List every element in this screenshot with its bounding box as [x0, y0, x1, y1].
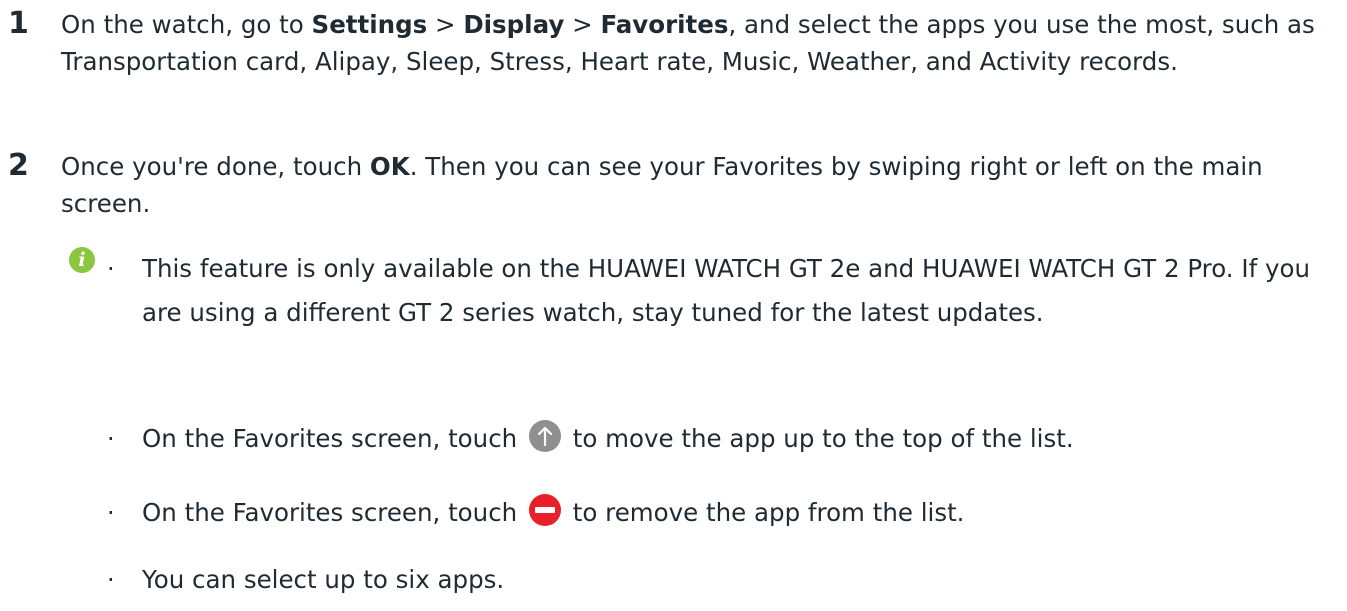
- step-text: Once you're done, touch OK. Then you can…: [61, 148, 1331, 222]
- display-menu-name: Display: [463, 10, 565, 39]
- ok-button-name: OK: [369, 152, 410, 181]
- remove-icon: [529, 494, 561, 526]
- step-text-part: Once you're done, touch: [61, 152, 370, 181]
- bullet-dot: ·: [107, 499, 115, 527]
- note-item-text: This feature is only available on the HU…: [142, 254, 1311, 327]
- path-separator: >: [564, 10, 601, 39]
- bullet-dot: ·: [107, 425, 115, 453]
- favorites-menu-name: Favorites: [600, 10, 729, 39]
- move-up-icon: [529, 420, 561, 452]
- note-item-text-part: On the Favorites screen, touch: [142, 424, 518, 453]
- step-number: 1: [8, 6, 29, 41]
- note-item-text-part: On the Favorites screen, touch: [142, 498, 518, 527]
- note-item-text-part: to remove the app from the list.: [572, 498, 965, 527]
- step-text: On the watch, go to Settings > Display >…: [61, 6, 1331, 80]
- note-item-text-part: to move the app up to the top of the lis…: [572, 424, 1074, 453]
- bullet-dot: ·: [107, 566, 115, 594]
- settings-menu-name: Settings: [311, 10, 428, 39]
- path-separator: >: [427, 10, 464, 39]
- step-text-part: On the watch, go to: [61, 10, 312, 39]
- bullet-dot: ·: [107, 255, 115, 283]
- info-icon: i: [69, 247, 95, 273]
- note-item-text: You can select up to six apps.: [142, 565, 505, 594]
- step-number: 2: [8, 148, 29, 183]
- note-item-text: On the Favorites screen, touch to remove…: [142, 493, 1332, 533]
- note-item-text: On the Favorites screen, touch to move t…: [142, 419, 1332, 459]
